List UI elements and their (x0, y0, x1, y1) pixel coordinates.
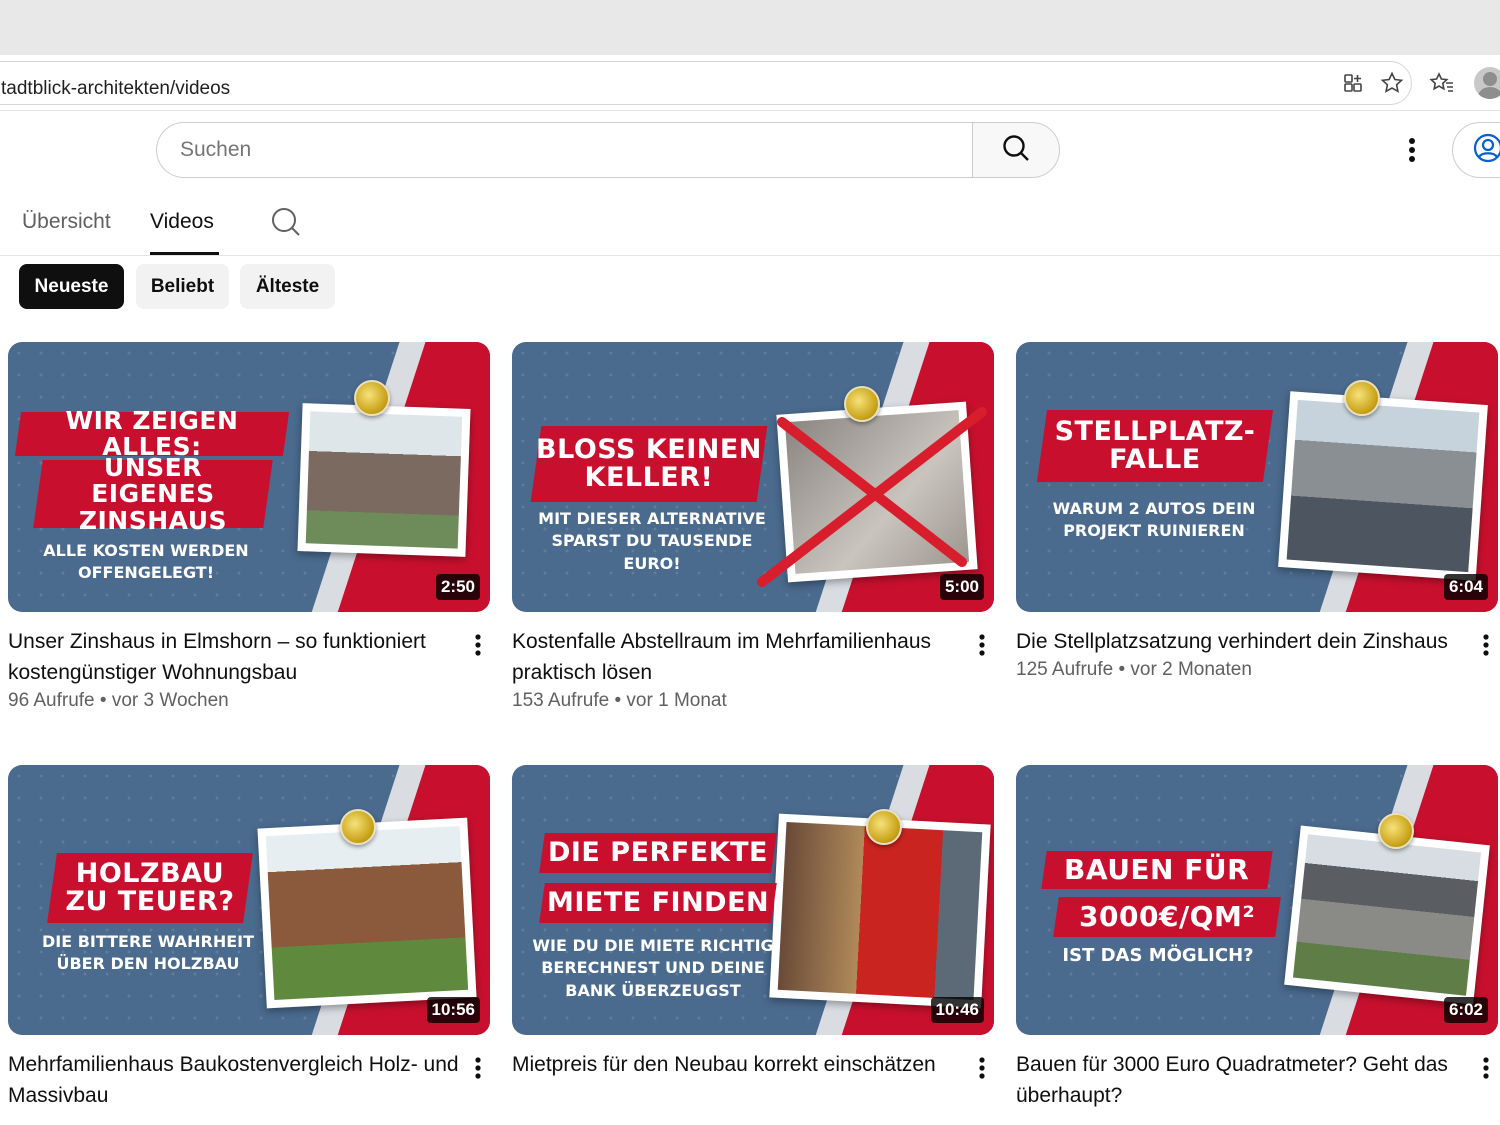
thumbnail-subtitle: IST DAS MÖGLICH? (1062, 945, 1254, 966)
apps-icon[interactable] (1340, 70, 1366, 96)
video-stats: 125 Aufrufe • vor 2 Monaten (1016, 659, 1252, 680)
chip-popular[interactable]: Beliebt (136, 264, 229, 309)
video-thumbnail[interactable]: WIR ZEIGEN ALLES: UNSER EIGENES ZINSHAUS… (8, 342, 490, 612)
upload-age: vor 3 Wochen (111, 690, 229, 711)
view-count: 125 Aufrufe (1016, 659, 1114, 680)
pin-icon (1344, 380, 1380, 416)
video-title[interactable]: Kostenfalle Abstellraum im Mehrfamilienh… (512, 626, 964, 688)
thumbnail-photo (297, 403, 471, 557)
duration-badge: 5:00 (939, 574, 984, 600)
profile-avatar[interactable] (1474, 67, 1500, 99)
video-title[interactable]: Die Stellplatzsatzung verhindert dein Zi… (1016, 626, 1468, 657)
video-card[interactable]: STELLPLATZ-FALLE WARUM 2 AUTOS DEIN PROJ… (1016, 342, 1498, 681)
thumbnail-subtitle: WIE DU DIE MIETE RICHTIG BERECHNEST UND … (532, 936, 774, 1000)
thumbnail-headline: MIETE FINDEN (539, 883, 777, 923)
url-text[interactable]: tadtblick-architekten/videos (1, 78, 230, 100)
search-icon (1001, 133, 1031, 168)
view-count: 96 Aufrufe (8, 690, 95, 711)
video-title[interactable]: Mehrfamilienhaus Baukostenvergleich Holz… (8, 1049, 460, 1111)
thumbnail-headline: BLOSS KEINEN KELLER! (530, 426, 768, 502)
tab-overview[interactable]: Übersicht (22, 210, 111, 234)
channel-search-icon[interactable] (270, 206, 302, 243)
duration-badge: 10:56 (426, 997, 480, 1023)
video-title[interactable]: Bauen für 3000 Euro Quadratmeter? Geht d… (1016, 1049, 1468, 1111)
chip-newest[interactable]: Neueste (19, 264, 124, 309)
star-icon[interactable] (1379, 70, 1405, 96)
browser-tabstrip (0, 0, 1500, 55)
thumbnail-subtitle: WARUM 2 AUTOS DEIN PROJEKT RUINIEREN (1052, 499, 1256, 541)
thumbnail-subtitle: DIE BITTERE WAHRHEIT ÜBER DEN HOLZBAU (41, 932, 255, 974)
address-bar[interactable]: tadtblick-architekten/videos (0, 61, 1412, 105)
video-card[interactable]: BLOSS KEINEN KELLER! MIT DIESER ALTERNAT… (512, 342, 994, 712)
search-input[interactable] (156, 122, 973, 178)
more-vert-icon[interactable] (970, 1055, 994, 1081)
thumbnail-headline: DIE PERFEKTE (539, 833, 777, 873)
more-vert-icon[interactable] (466, 1055, 490, 1081)
sign-in-button[interactable] (1452, 122, 1500, 178)
thumbnail-subtitle: MIT DIESER ALTERNATIVE SPARST DU TAUSEND… (538, 509, 766, 573)
video-card[interactable]: WIR ZEIGEN ALLES: UNSER EIGENES ZINSHAUS… (8, 342, 490, 712)
video-thumbnail[interactable]: HOLZBAU ZU TEUER? DIE BITTERE WAHRHEIT Ü… (8, 765, 490, 1035)
channel-tabs: Übersicht Videos (0, 196, 1500, 256)
video-thumbnail[interactable]: BLOSS KEINEN KELLER! MIT DIESER ALTERNAT… (512, 342, 994, 612)
thumbnail-headline: WIR ZEIGEN ALLES: (14, 406, 290, 461)
cross-out-icon (757, 407, 987, 587)
thumbnail-subtitle: ALLE KOSTEN WERDEN OFFENGELEGT! (43, 541, 249, 583)
duration-badge: 6:02 (1443, 997, 1488, 1023)
duration-badge: 6:04 (1443, 574, 1488, 600)
pin-icon (354, 380, 390, 416)
favorites-icon[interactable] (1429, 70, 1455, 96)
more-vert-icon[interactable] (1474, 632, 1498, 658)
account-icon (1473, 133, 1500, 168)
more-vert-icon[interactable] (970, 632, 994, 658)
video-card[interactable]: DIE PERFEKTE MIETE FINDEN WIE DU DIE MIE… (512, 765, 994, 1080)
thumbnail-photo (257, 817, 477, 1009)
thumbnail-photo (1284, 825, 1490, 1005)
video-thumbnail[interactable]: STELLPLATZ-FALLE WARUM 2 AUTOS DEIN PROJ… (1016, 342, 1498, 612)
more-vert-icon[interactable] (1474, 1055, 1498, 1081)
upload-age: vor 2 Monaten (1130, 659, 1252, 680)
video-stats: 96 Aufrufe • vor 3 Wochen (8, 690, 229, 711)
upload-age: vor 1 Monat (626, 690, 727, 711)
more-vert-icon[interactable] (466, 632, 490, 658)
duration-badge: 10:46 (930, 997, 984, 1023)
video-card[interactable]: BAUEN FÜR 3000€/QM² IST DAS MÖGLICH? 6:0… (1016, 765, 1498, 1111)
chip-oldest[interactable]: Älteste (240, 264, 335, 309)
view-count: 153 Aufrufe (512, 690, 610, 711)
thumbnail-headline: UNSER EIGENES ZINSHAUS (33, 453, 273, 534)
more-vert-icon[interactable] (1392, 130, 1432, 170)
active-tab-indicator (150, 252, 219, 255)
thumbnail-headline: HOLZBAU ZU TEUER? (47, 853, 253, 923)
pin-icon (844, 386, 880, 422)
video-title[interactable]: Mietpreis für den Neubau korrekt einschä… (512, 1049, 964, 1080)
video-thumbnail[interactable]: DIE PERFEKTE MIETE FINDEN WIE DU DIE MIE… (512, 765, 994, 1035)
video-thumbnail[interactable]: BAUEN FÜR 3000€/QM² IST DAS MÖGLICH? 6:0… (1016, 765, 1498, 1035)
browser-toolbar: tadtblick-architekten/videos (0, 55, 1500, 111)
thumbnail-headline: BAUEN FÜR (1041, 851, 1273, 889)
tab-videos[interactable]: Videos (150, 210, 214, 234)
video-stats: 153 Aufrufe • vor 1 Monat (512, 690, 727, 711)
search-button[interactable] (972, 122, 1060, 178)
thumbnail-headline: STELLPLATZ-FALLE (1036, 410, 1274, 482)
thumbnail-photo (1278, 391, 1488, 581)
duration-badge: 2:50 (435, 574, 480, 600)
pin-icon (1378, 813, 1414, 849)
search-bar (156, 122, 1060, 178)
pin-icon (340, 809, 376, 845)
video-title[interactable]: Unser Zinshaus in Elmshorn – so funktion… (8, 626, 460, 688)
video-card[interactable]: HOLZBAU ZU TEUER? DIE BITTERE WAHRHEIT Ü… (8, 765, 490, 1111)
thumbnail-headline: 3000€/QM² (1053, 897, 1281, 937)
pin-icon (866, 809, 902, 845)
